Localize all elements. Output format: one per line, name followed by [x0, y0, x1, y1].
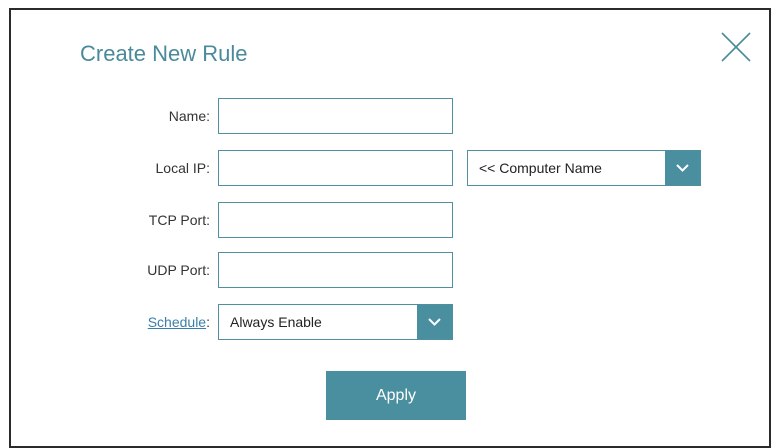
- chevron-down-icon: [428, 318, 441, 326]
- schedule-select-value: Always Enable: [230, 314, 322, 330]
- udp-port-input[interactable]: [218, 252, 453, 288]
- tcp-port-input[interactable]: [218, 202, 453, 238]
- computer-name-dropdown-button[interactable]: [665, 151, 700, 185]
- local-ip-input[interactable]: [218, 150, 453, 186]
- tcp-port-label: TCP Port:: [148, 212, 210, 228]
- apply-button[interactable]: Apply: [326, 371, 466, 420]
- schedule-label: Schedule:: [80, 314, 210, 330]
- schedule-link[interactable]: Schedule: [148, 314, 206, 330]
- computer-name-select-value: << Computer Name: [479, 160, 602, 176]
- dialog-title: Create New Rule: [80, 41, 248, 66]
- close-x-icon: [721, 32, 751, 62]
- close-button[interactable]: [720, 31, 752, 63]
- schedule-select[interactable]: Always Enable: [218, 304, 453, 340]
- computer-name-select[interactable]: << Computer Name: [467, 150, 701, 186]
- udp-port-label: UDP Port:: [147, 262, 210, 278]
- chevron-down-icon: [676, 164, 689, 172]
- name-input[interactable]: [218, 98, 453, 134]
- schedule-colon: :: [206, 314, 210, 330]
- local-ip-label: Local IP:: [155, 160, 210, 176]
- name-label: Name:: [168, 108, 210, 124]
- schedule-dropdown-button[interactable]: [417, 305, 452, 339]
- create-rule-dialog: Create New Rule Name: Local IP: << Compu…: [9, 8, 771, 448]
